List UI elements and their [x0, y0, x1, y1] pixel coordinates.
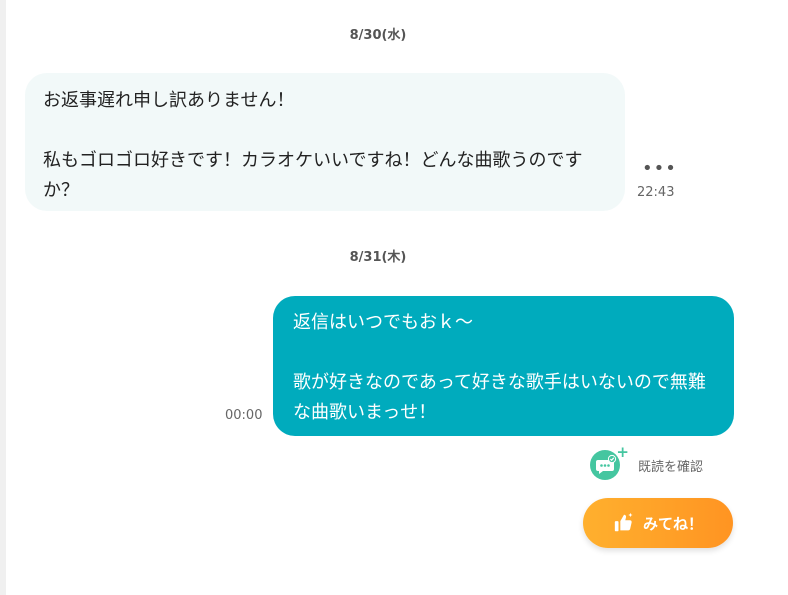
- message-text: 歌が好きなのであって好きな歌手はいないので無難な曲歌いまっせ！: [293, 372, 706, 423]
- read-receipt-label: 既読を確認: [638, 459, 704, 475]
- chat-check-icon: +: [590, 445, 629, 480]
- thumbs-up-icon: [614, 512, 633, 532]
- message-text: 私もゴロゴロ好きです！カラオケいいですね！どんな曲歌うのですか？: [43, 150, 583, 201]
- date-separator: 8/31(木): [349, 250, 407, 265]
- date-separator: 8/30(水): [349, 28, 407, 43]
- read-receipt-button[interactable]: + 既読を確認: [590, 445, 704, 482]
- plus-icon: +: [616, 443, 629, 461]
- ellipsis-icon: •••: [642, 158, 677, 179]
- message-timestamp: 00:00: [225, 408, 263, 423]
- like-button-label: みてね！: [642, 514, 703, 533]
- left-border: [0, 0, 6, 595]
- message-timestamp: 22:43: [637, 185, 675, 200]
- more-options-button[interactable]: •••: [642, 158, 676, 180]
- message-text: 返信はいつでもおｋ～: [293, 312, 473, 333]
- outgoing-message-bubble: 返信はいつでもおｋ～ 歌が好きなのであって好きな歌手はいないので無難な曲歌いまっ…: [273, 296, 734, 436]
- like-button[interactable]: みてね！: [583, 498, 733, 548]
- message-text: お返事遅れ申し訳ありません！: [43, 90, 295, 111]
- incoming-message-bubble: お返事遅れ申し訳ありません！ 私もゴロゴロ好きです！カラオケいいですね！どんな曲…: [25, 73, 625, 211]
